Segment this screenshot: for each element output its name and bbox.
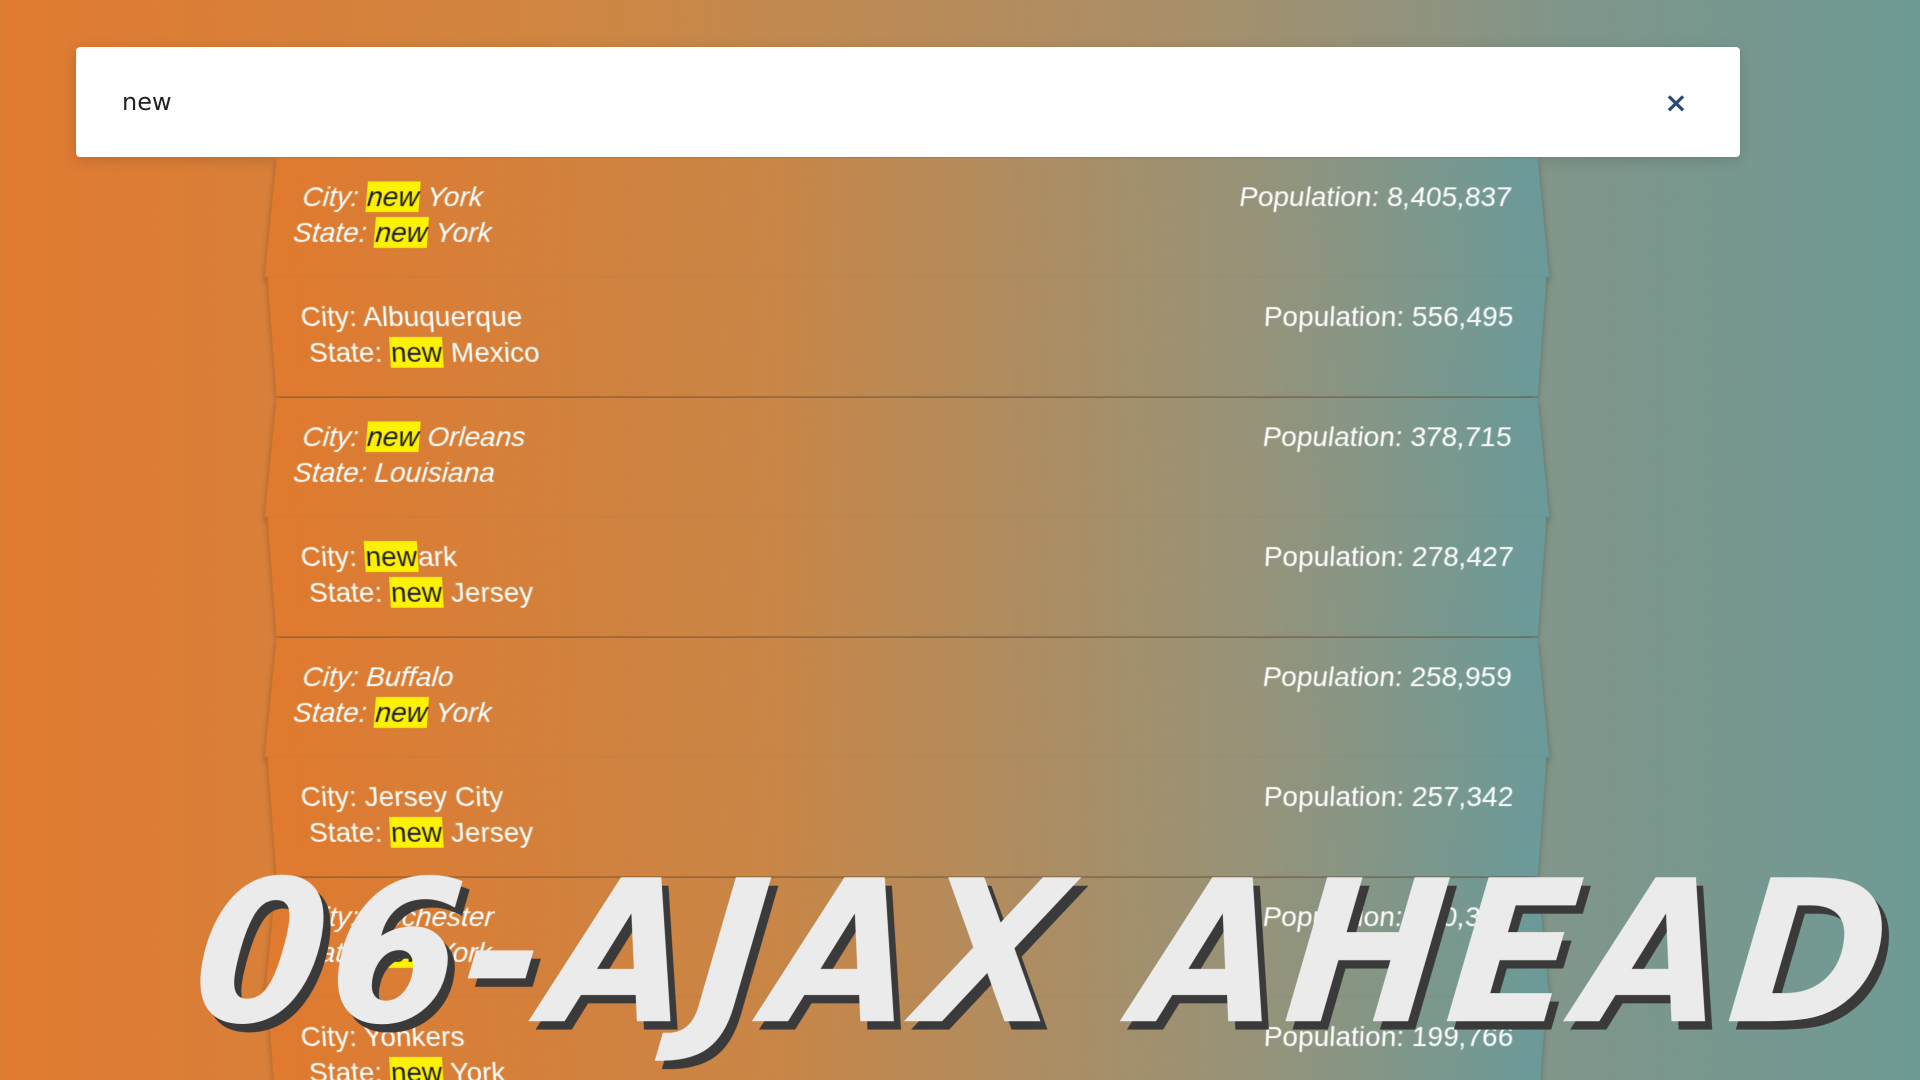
state-label: State: new Mexico xyxy=(308,335,540,371)
state-label: State: new York xyxy=(292,695,493,731)
city-label: City: new Orleans xyxy=(301,421,526,452)
city-label: City: Albuquerque xyxy=(299,301,522,332)
match-highlight: new xyxy=(364,541,419,572)
suggestion-item[interactable]: City: Albuquerque State: new Mexico Popu… xyxy=(268,277,1547,396)
city-label: City: new York xyxy=(301,181,484,212)
suggestion-name: City: Albuquerque State: new Mexico xyxy=(299,299,540,371)
search-bar: × xyxy=(76,47,1740,157)
match-highlight: new xyxy=(389,337,444,368)
suggestion-name: City: new York State: new York xyxy=(298,180,496,251)
city-label: City: Buffalo xyxy=(301,661,454,692)
city-label: City: newark xyxy=(299,541,457,572)
population-label: Population: 258,959 xyxy=(1262,660,1514,696)
overlay-title: 06-AJAX AHEAD xyxy=(186,855,1903,1052)
match-highlight: new xyxy=(373,217,429,248)
population-label: Population: 8,405,837 xyxy=(1238,180,1513,216)
match-highlight: new xyxy=(365,421,421,452)
population-label: Population: 556,495 xyxy=(1263,299,1515,335)
suggestion-item[interactable]: City: new York State: new York Populatio… xyxy=(265,158,1549,277)
clear-search-button[interactable]: × xyxy=(1658,84,1694,120)
state-label: State: Louisiana xyxy=(292,455,525,491)
suggestion-item[interactable]: City: newark State: new Jersey Populatio… xyxy=(268,517,1547,636)
suggestion-name: City: newark State: new Jersey xyxy=(299,539,534,611)
state-label: State: new Jersey xyxy=(308,575,534,611)
suggestion-name: City: new Orleans State: Louisiana xyxy=(298,420,527,491)
population-label: Population: 257,342 xyxy=(1263,779,1515,815)
search-input[interactable] xyxy=(122,88,1658,116)
state-label: State: new York xyxy=(292,215,493,251)
suggestion-item[interactable]: City: new Orleans State: Louisiana Popul… xyxy=(265,398,1549,517)
match-highlight: new xyxy=(373,697,429,728)
population-label: Population: 378,715 xyxy=(1262,420,1514,456)
match-highlight: new xyxy=(389,577,444,608)
population-label: Population: 278,427 xyxy=(1263,539,1515,575)
suggestion-name: City: Buffalo State: new York xyxy=(298,660,496,731)
match-highlight: new xyxy=(365,181,421,212)
city-label: City: Jersey City xyxy=(299,781,504,812)
suggestion-item[interactable]: City: Buffalo State: new York Population… xyxy=(265,638,1549,757)
